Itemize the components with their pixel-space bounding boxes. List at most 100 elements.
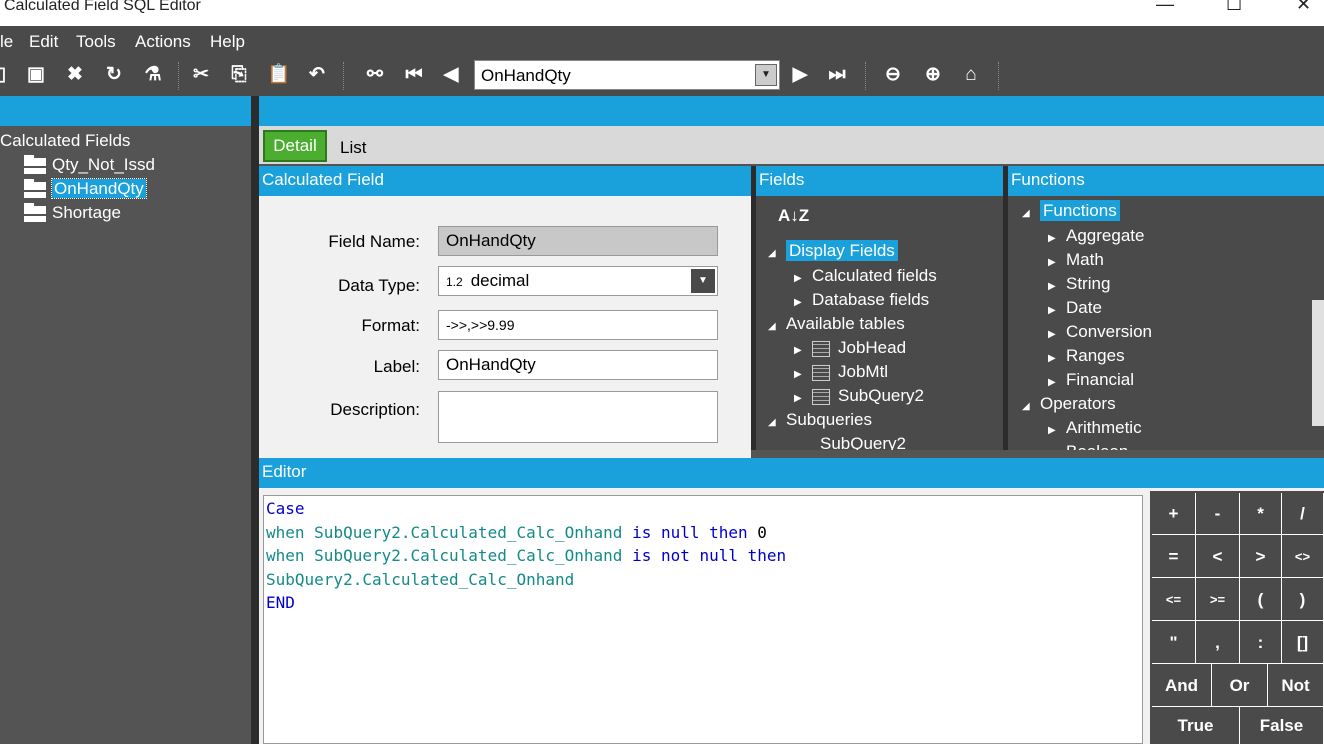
tree-item-onhandqty[interactable]: OnHandQty (24, 178, 147, 201)
toolbar-separator (343, 62, 345, 90)
op-minus-button[interactable]: - (1196, 493, 1240, 535)
tree-node-string[interactable]: ▶ String (1048, 274, 1110, 294)
op-multiply-button[interactable]: * (1240, 493, 1282, 535)
tree-node-aggregate[interactable]: ▶ Aggregate (1048, 226, 1144, 246)
field-name-input[interactable]: OnHandQty (438, 226, 718, 256)
label-input[interactable]: OnHandQty (438, 350, 718, 380)
toolbar: ▯ ▣ ✖ ↻ ⚗ ✂ ⎘ 📋 ↶ ⚯ ⏮ ◀ OnHandQty ▼ ▶ ⏭ … (0, 56, 1324, 96)
tree-root[interactable]: Calculated Fields (0, 131, 130, 151)
tab-bar (259, 126, 1324, 164)
tree-node-table-jobmtl[interactable]: ▶ JobMtl (794, 362, 888, 382)
tree-node-ranges[interactable]: ▶ Ranges (1048, 346, 1125, 366)
minimize-button[interactable]: — (1156, 0, 1174, 15)
op-divide-button[interactable]: / (1282, 493, 1324, 535)
sql-editor[interactable]: Case when SubQuery2.Calculated_Calc_Onha… (263, 495, 1143, 744)
tree-node-boolean[interactable]: ▶Boolean (1048, 442, 1128, 450)
record-selector[interactable]: OnHandQty ▼ (474, 60, 780, 90)
op-less-than-button[interactable]: < (1196, 535, 1240, 578)
tree-node-operators[interactable]: ◢ Operators (1022, 394, 1116, 414)
op-quote-button[interactable]: " (1152, 621, 1196, 664)
format-label: Format: (361, 316, 420, 335)
refresh-icon[interactable]: ↻ (101, 62, 127, 88)
undo-icon[interactable]: ↶ (304, 62, 330, 88)
tree-item-qty-not-issd[interactable]: Qty_Not_Issd (24, 154, 155, 177)
window-title: Calculated Field SQL Editor (4, 0, 201, 14)
next-record-icon[interactable]: ▶ (787, 62, 813, 88)
op-not-button[interactable]: Not (1268, 664, 1324, 707)
menu-tools[interactable]: Tools (76, 32, 116, 52)
close-button[interactable]: ✕ (1296, 0, 1311, 15)
tree-node-table-subquery2[interactable]: ▶ SubQuery2 (794, 386, 924, 406)
menu-help[interactable]: Help (210, 32, 245, 52)
field-name-label: Field Name: (328, 232, 420, 251)
op-or-button[interactable]: Or (1212, 664, 1268, 707)
new-icon[interactable]: ▯ (0, 62, 14, 88)
data-type-value: decimal (470, 271, 530, 290)
tab-list[interactable]: List (340, 138, 366, 158)
menu-file[interactable]: le (0, 32, 13, 52)
op-open-paren-button[interactable]: ( (1240, 578, 1282, 621)
format-input[interactable]: ->>,>>9.99 (438, 310, 718, 340)
operator-pad: + - * / = < > <> <= >= ( ) " , : [] And … (1150, 491, 1324, 744)
maximize-button[interactable]: ☐ (1226, 0, 1242, 15)
back-icon[interactable]: ⊖ (880, 62, 906, 88)
folder-icon (24, 202, 46, 222)
table-icon (812, 364, 830, 381)
chevron-down-icon[interactable]: ▼ (755, 64, 777, 86)
editor-header: Editor (259, 458, 1324, 488)
decimal-type-icon: 1.2 (446, 275, 463, 289)
op-equals-button[interactable]: = (1152, 535, 1196, 578)
op-greater-than-button[interactable]: > (1240, 535, 1282, 578)
search-binoculars-icon[interactable]: ⚯ (362, 62, 388, 88)
op-plus-button[interactable]: + (1152, 493, 1196, 535)
cut-icon[interactable]: ✂ (188, 62, 214, 88)
home-icon[interactable]: ⌂ (958, 62, 984, 88)
panel-splitter[interactable] (251, 96, 259, 744)
op-comma-button[interactable]: , (1196, 621, 1240, 664)
tree-node-calculated-fields[interactable]: ▶ Calculated fields (794, 266, 937, 286)
menu-actions[interactable]: Actions (135, 32, 191, 52)
tree-node-conversion[interactable]: ▶ Conversion (1048, 322, 1152, 342)
chevron-down-icon[interactable]: ▼ (691, 269, 715, 293)
first-record-icon[interactable]: ⏮ (401, 62, 427, 88)
op-colon-button[interactable]: : (1240, 621, 1282, 664)
copy-icon[interactable]: ⎘ (226, 62, 252, 88)
op-true-button[interactable]: True (1152, 707, 1240, 744)
sort-az-icon[interactable]: A↓Z (778, 206, 809, 226)
delete-icon[interactable]: ✖ (62, 62, 88, 88)
op-false-button[interactable]: False (1240, 707, 1324, 744)
folder-icon (24, 154, 46, 174)
tab-detail[interactable]: Detail (263, 130, 327, 162)
tree-node-arithmetic[interactable]: ▶ Arithmetic (1048, 418, 1142, 438)
tree-item-shortage[interactable]: Shortage (24, 202, 121, 225)
op-greater-equal-button[interactable]: >= (1196, 578, 1240, 621)
menu-edit[interactable]: Edit (29, 32, 58, 52)
tree-node-subquery2[interactable]: SubQuery2 (820, 434, 906, 450)
previous-record-icon[interactable]: ◀ (438, 62, 464, 88)
tree-node-functions[interactable]: ◢ Functions (1022, 200, 1120, 221)
tree-node-subqueries[interactable]: ◢ Subqueries (768, 410, 872, 430)
functions-scrollbar[interactable] (1312, 300, 1324, 426)
op-close-paren-button[interactable]: ) (1282, 578, 1324, 621)
save-icon[interactable]: ▣ (23, 62, 49, 88)
op-less-equal-button[interactable]: <= (1152, 578, 1196, 621)
functions-panel: ◢ Functions ▶ Aggregate ▶ Math ▶ String ▶ Dat… (1008, 196, 1324, 450)
tree-node-financial[interactable]: ▶ Financial (1048, 370, 1134, 390)
op-not-equal-button[interactable]: <> (1282, 535, 1324, 578)
tree-node-database-fields[interactable]: ▶ Database fields (794, 290, 929, 310)
label-label: Label: (373, 357, 420, 376)
description-input[interactable] (438, 391, 718, 443)
data-type-select[interactable]: 1.2 decimal ▼ (438, 266, 718, 296)
tree-node-table-jobhead[interactable]: ▶ JobHead (794, 338, 906, 358)
tree-node-available-tables[interactable]: ◢ Available tables (768, 314, 905, 334)
forward-icon[interactable]: ⊕ (920, 62, 946, 88)
description-label: Description: (330, 400, 420, 419)
clear-icon[interactable]: ⚗ (140, 62, 166, 88)
op-and-button[interactable]: And (1152, 664, 1212, 707)
tree-node-math[interactable]: ▶ Math (1048, 250, 1104, 270)
tree-node-display-fields[interactable]: ◢ Display Fields (768, 240, 898, 261)
last-record-icon[interactable]: ⏭ (824, 62, 850, 88)
op-brackets-button[interactable]: [] (1282, 621, 1324, 664)
paste-icon[interactable]: 📋 (266, 62, 292, 88)
tree-node-date[interactable]: ▶ Date (1048, 298, 1102, 318)
